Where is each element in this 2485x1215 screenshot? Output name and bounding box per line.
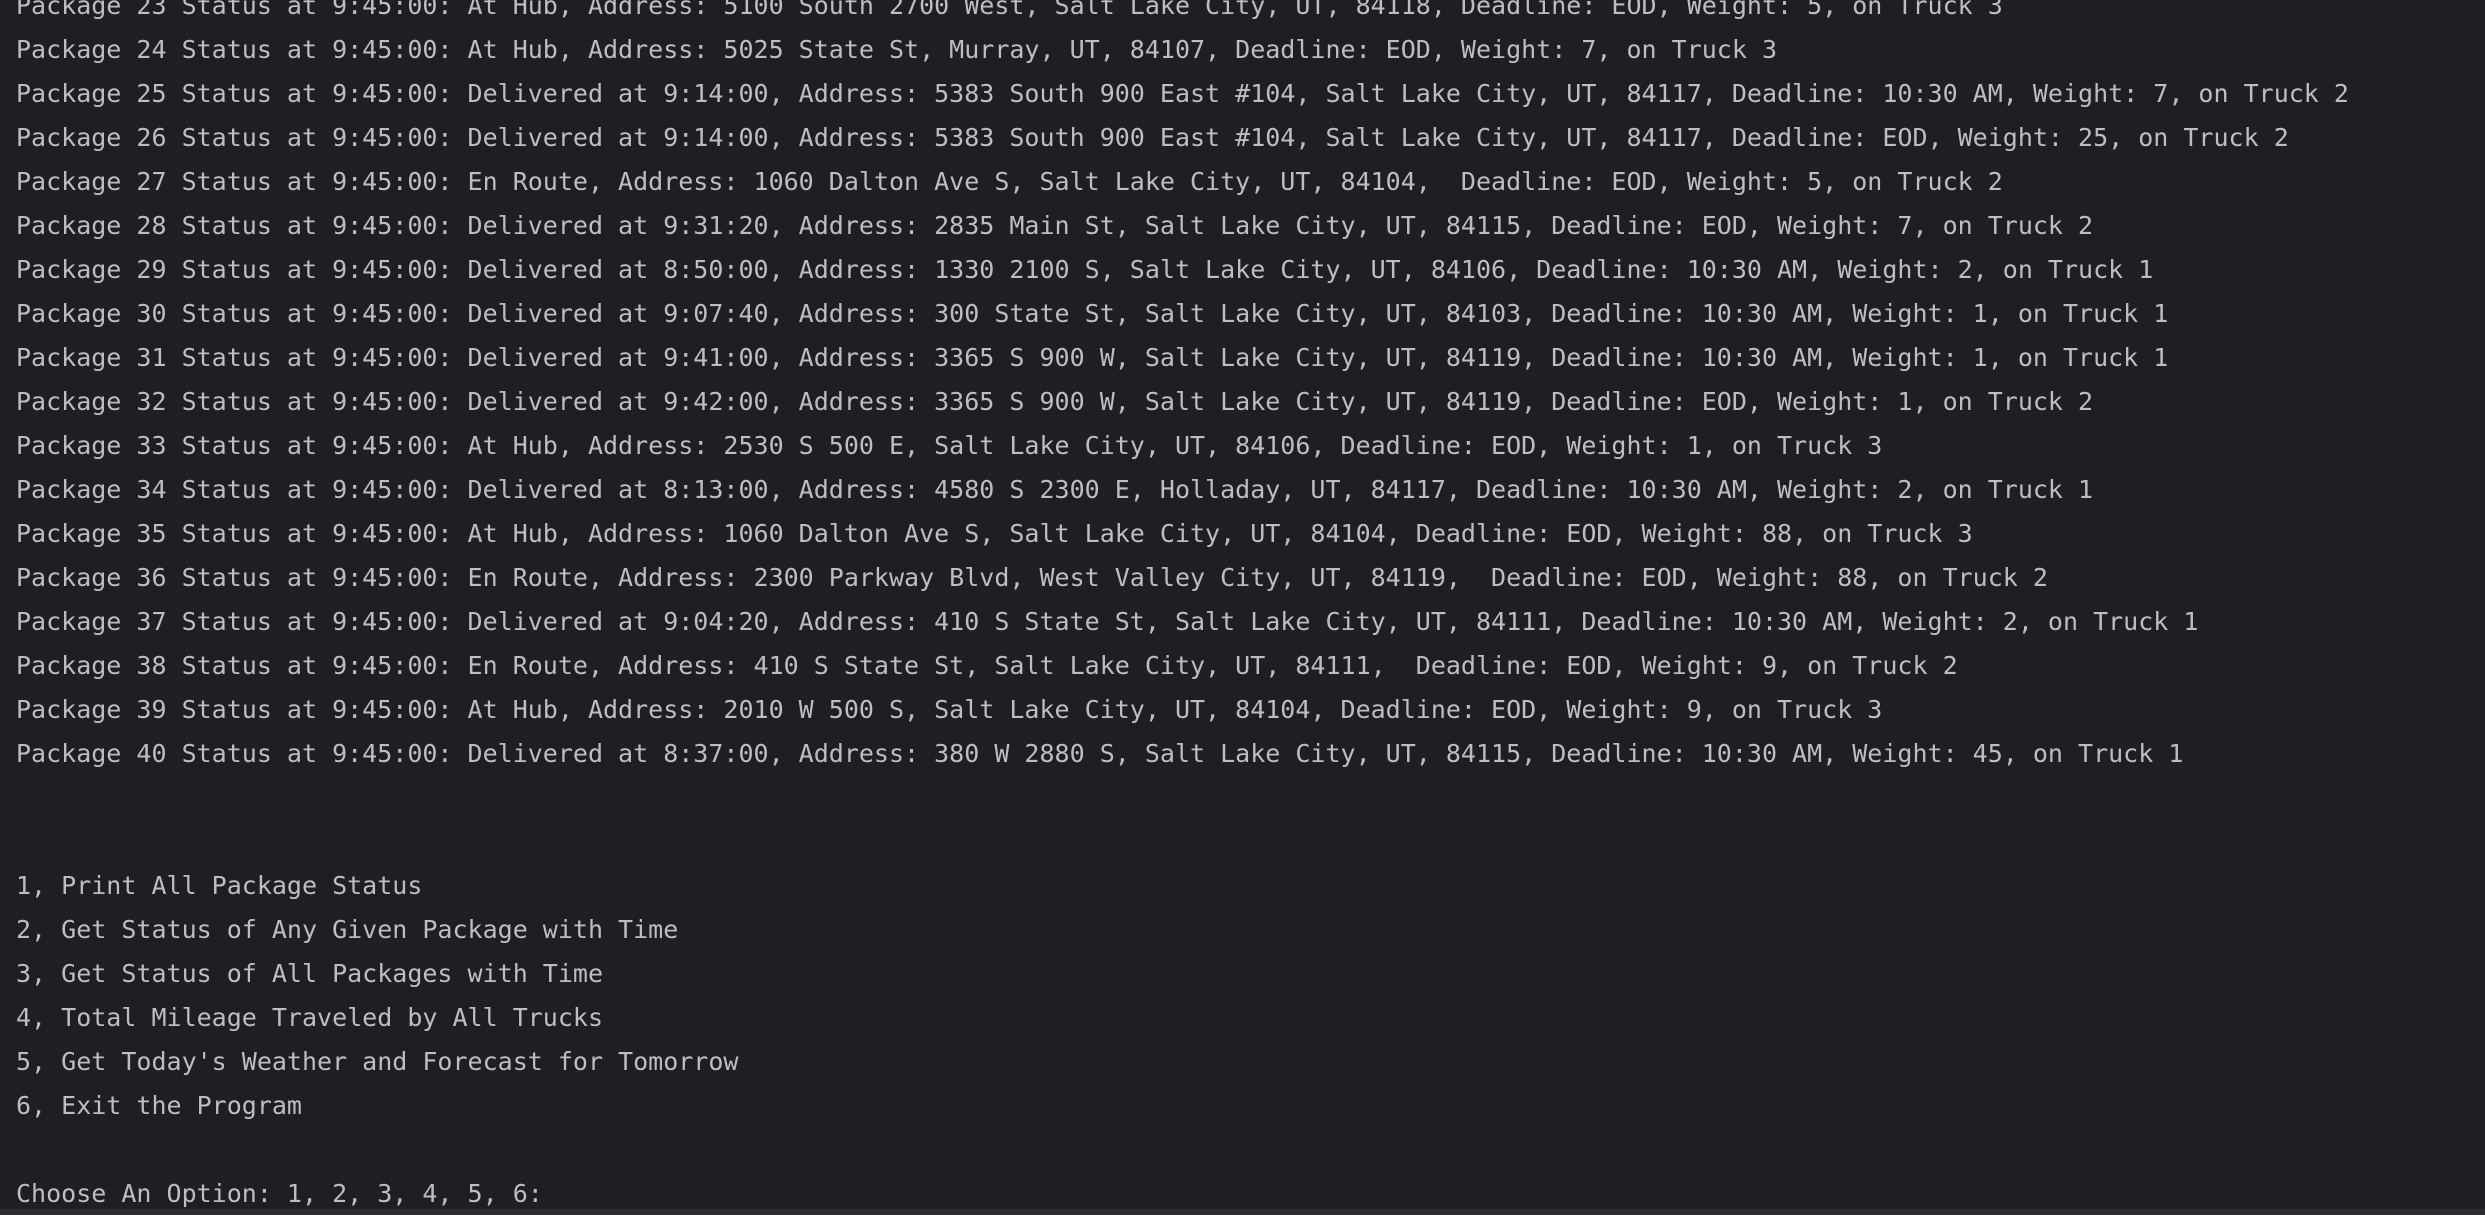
- package-status-line: Package 31 Status at 9:45:00: Delivered …: [16, 343, 2169, 372]
- package-status-line: Package 38 Status at 9:45:00: En Route, …: [16, 651, 1958, 680]
- console-output-panel[interactable]: Package 23 Status at 9:45:00: At Hub, Ad…: [0, 0, 2485, 1215]
- package-status-line: Package 37 Status at 9:45:00: Delivered …: [16, 607, 2199, 636]
- package-status-line: Package 30 Status at 9:45:00: Delivered …: [16, 299, 2169, 328]
- package-status-line: Package 40 Status at 9:45:00: Delivered …: [16, 739, 2184, 768]
- package-status-line: Package 25 Status at 9:45:00: Delivered …: [16, 79, 2349, 108]
- menu-option-5: 5, Get Today's Weather and Forecast for …: [16, 1047, 739, 1076]
- menu-option-1: 1, Print All Package Status: [16, 871, 423, 900]
- menu-option-2: 2, Get Status of Any Given Package with …: [16, 915, 679, 944]
- package-status-line: Package 29 Status at 9:45:00: Delivered …: [16, 255, 2154, 284]
- package-status-line: Package 36 Status at 9:45:00: En Route, …: [16, 563, 2048, 592]
- package-status-line: Package 35 Status at 9:45:00: At Hub, Ad…: [16, 519, 1973, 548]
- menu-option-3: 3, Get Status of All Packages with Time: [16, 959, 603, 988]
- package-status-line: Package 24 Status at 9:45:00: At Hub, Ad…: [16, 35, 1777, 64]
- package-status-line: Package 39 Status at 9:45:00: At Hub, Ad…: [16, 695, 1883, 724]
- package-status-line: Package 32 Status at 9:45:00: Delivered …: [16, 387, 2094, 416]
- package-status-line: Package 28 Status at 9:45:00: Delivered …: [16, 211, 2094, 240]
- menu-option-6: 6, Exit the Program: [16, 1091, 302, 1120]
- package-status-line: Package 23 Status at 9:45:00: At Hub, Ad…: [16, 0, 2003, 20]
- package-status-line: Package 27 Status at 9:45:00: En Route, …: [16, 167, 2003, 196]
- package-status-line: Package 26 Status at 9:45:00: Delivered …: [16, 123, 2289, 152]
- input-prompt: Choose An Option: 1, 2, 3, 4, 5, 6:: [16, 1179, 558, 1208]
- text-caret[interactable]: [557, 1181, 560, 1209]
- menu-option-4: 4, Total Mileage Traveled by All Trucks: [16, 1003, 603, 1032]
- package-status-line: Package 34 Status at 9:45:00: Delivered …: [16, 475, 2094, 504]
- package-status-line: Package 33 Status at 9:45:00: At Hub, Ad…: [16, 431, 1883, 460]
- console-bottom-edge: [0, 1209, 2485, 1215]
- console-output: Package 23 Status at 9:45:00: At Hub, Ad…: [16, 0, 2485, 1215]
